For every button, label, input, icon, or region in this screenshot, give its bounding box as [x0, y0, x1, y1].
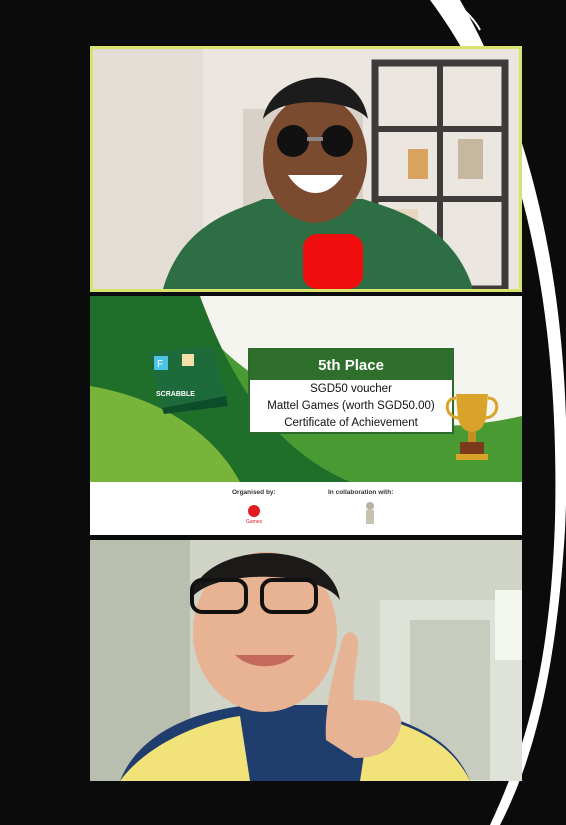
prize-line-2: Mattel Games (worth SGD50.00)	[267, 400, 435, 412]
prize-list: SGD50 voucher Mattel Games (worth SGD50.…	[250, 381, 452, 432]
organised-by-label: Organised by:	[232, 489, 276, 496]
mattel-logo	[248, 505, 260, 517]
scrabble-box-text: SCRABBLE	[156, 391, 195, 398]
prize-card: 5th Place SGD50 voucher Mattel Games (wo…	[248, 348, 454, 434]
shared-slide-tile[interactable]: F SCRABBLE 5th Place SGD50 voucher Matte…	[90, 296, 522, 535]
prize-line-1: SGD50 voucher	[310, 383, 392, 395]
host-video-feed	[93, 49, 519, 289]
organiser-logo-text: Games	[246, 519, 263, 525]
prize-line-3: Certificate of Achievement	[284, 417, 418, 429]
collaboration-logo	[366, 502, 374, 524]
trophy-icon	[445, 394, 499, 460]
gallery-view: F SCRABBLE 5th Place SGD50 voucher Matte…	[0, 0, 566, 825]
place-title: 5th Place	[250, 350, 452, 380]
svg-text:F: F	[157, 359, 163, 370]
collaboration-label: In collaboration with:	[328, 489, 394, 496]
video-tile-host[interactable]	[90, 46, 522, 292]
slide-footer: Organised by: In collaboration with: Gam…	[90, 483, 522, 535]
scrabble-game-box-image: F SCRABBLE	[148, 346, 228, 414]
video-tile-participant[interactable]	[90, 540, 522, 781]
participant-video-feed	[90, 540, 522, 781]
